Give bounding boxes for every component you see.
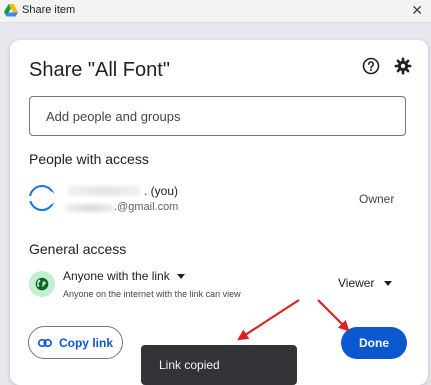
owner-name-redacted (67, 186, 141, 196)
owner-email-redacted (65, 204, 114, 212)
share-dialog: Share "All Font" People with access . (y… (10, 40, 428, 385)
chevron-down-icon (176, 273, 185, 279)
viewer-role-dropdown[interactable]: Viewer (338, 276, 393, 290)
globe-badge (29, 271, 55, 297)
window-title: Share item (22, 4, 76, 16)
copy-link-label: Copy link (58, 335, 113, 350)
link-icon (37, 338, 52, 347)
gear-icon[interactable] (394, 57, 412, 75)
general-access-dropdown[interactable]: Anyone with the link (63, 269, 185, 283)
general-access-heading: General access (29, 241, 127, 257)
done-label: Done (359, 336, 389, 350)
owner-name: . (you) (144, 184, 179, 198)
window-titlebar: Share item ✕ (0, 0, 431, 23)
done-button[interactable]: Done (341, 327, 407, 359)
owner-email: .@gmail.com (114, 201, 179, 213)
link-copied-toast: Link copied (141, 345, 297, 385)
globe-icon (35, 277, 49, 291)
dialog-title: Share "All Font" (29, 59, 170, 81)
general-access-description: Anyone on the internet with the link can… (63, 289, 241, 299)
chevron-down-icon (384, 280, 393, 286)
owner-role-label: Owner (359, 192, 395, 206)
copy-link-button[interactable]: Copy link (28, 326, 123, 359)
people-with-access-heading: People with access (29, 151, 149, 167)
toast-message: Link copied (159, 358, 220, 372)
general-access-scope: Anyone with the link (63, 269, 170, 283)
close-icon[interactable]: ✕ (411, 2, 423, 19)
owner-avatar (29, 185, 56, 211)
google-drive-icon (4, 4, 18, 17)
viewer-role-label: Viewer (338, 276, 375, 290)
help-icon[interactable] (362, 57, 380, 75)
add-people-input[interactable] (29, 96, 406, 136)
